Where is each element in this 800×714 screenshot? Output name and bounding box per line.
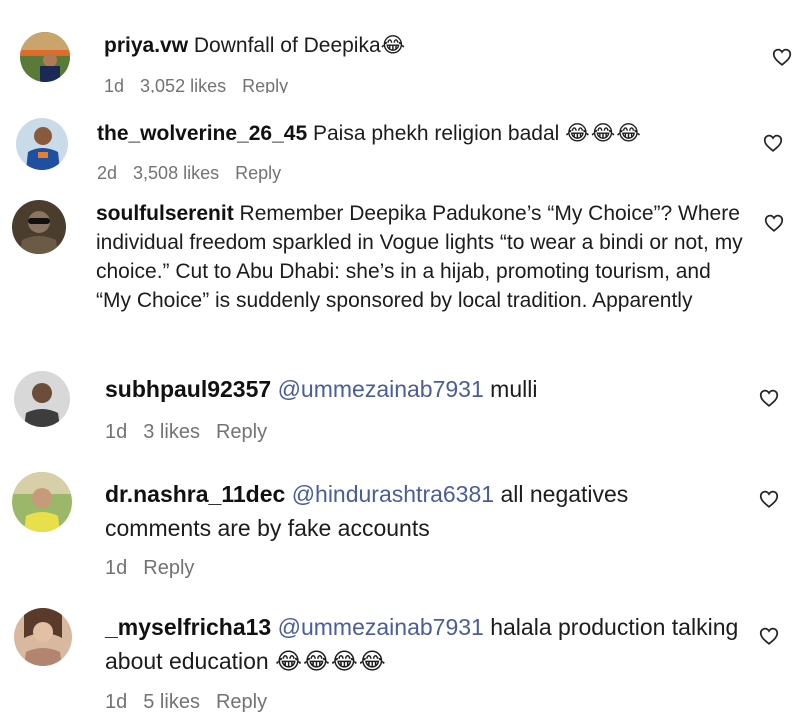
comment-meta: 1d 3 likes Reply	[105, 421, 283, 444]
mention-link[interactable]: @hindurashtra6381	[292, 481, 494, 507]
comment-text: priya.vw Downfall of Deepika😂	[104, 32, 724, 59]
avatar[interactable]	[16, 118, 68, 170]
reply-button[interactable]: Reply	[216, 421, 267, 444]
heart-outline-icon	[763, 134, 783, 152]
comment-item: the_wolverine_26_45 Paisa phekh religion…	[0, 100, 800, 192]
reply-button[interactable]: Reply	[235, 163, 281, 184]
emoji-reactions: 😂	[380, 34, 407, 57]
comment-body: Paisa phekh religion badal	[312, 122, 560, 145]
heart-outline-icon	[772, 48, 792, 66]
comment-time: 1d	[105, 557, 128, 579]
avatar[interactable]	[14, 371, 70, 427]
comment-item: soulfulserenit Remember Deepika Padukone…	[0, 192, 800, 357]
comment-item: _myselfricha13 @ummezainab7931 halala pr…	[0, 600, 800, 713]
comment-time: 1d	[105, 421, 128, 443]
comment-meta: 1d 5 likes Reply	[105, 691, 283, 714]
comment-username[interactable]: _myselfricha13	[105, 614, 271, 640]
heart-outline-icon	[759, 490, 779, 508]
like-button[interactable]	[758, 488, 780, 510]
like-count[interactable]: 5 likes	[143, 691, 200, 714]
comment-meta: 1d 3,052 likes Reply	[104, 76, 404, 93]
heart-outline-icon	[759, 389, 779, 407]
avatar[interactable]	[12, 200, 66, 254]
like-button[interactable]	[762, 132, 784, 154]
mention-link[interactable]: @ummezainab7931	[278, 614, 484, 640]
avatar[interactable]	[12, 472, 72, 532]
comment-time: 1d	[104, 76, 125, 93]
comment-time: 2d	[97, 163, 118, 183]
like-button[interactable]	[758, 387, 780, 409]
comment-item: subhpaul92357 @ummezainab7931 mulli 1d 3 …	[0, 357, 800, 460]
avatar[interactable]	[14, 608, 72, 666]
like-count[interactable]: 3,052 likes	[140, 76, 226, 93]
reply-button[interactable]: Reply	[143, 557, 194, 580]
comment-meta: 2d 3,508 likes Reply	[97, 163, 297, 184]
reply-button[interactable]: Reply	[216, 691, 267, 714]
comment-username[interactable]: priya.vw	[104, 34, 188, 57]
comment-text: soulfulserenit Remember Deepika Padukone…	[96, 199, 746, 315]
comment-text: _myselfricha13 @ummezainab7931 halala pr…	[105, 610, 745, 678]
like-button[interactable]	[763, 212, 785, 234]
emoji-reactions: 😂😂😂	[565, 122, 642, 145]
like-count[interactable]: 3,508 likes	[133, 163, 219, 184]
like-count[interactable]: 3 likes	[143, 421, 200, 444]
comment-text: subhpaul92357 @ummezainab7931 mulli	[105, 375, 745, 405]
comment-item: priya.vw Downfall of Deepika😂 1d 3,052 li…	[0, 0, 800, 100]
like-button[interactable]	[758, 625, 780, 647]
comment-body: mulli	[490, 376, 538, 402]
comment-text: dr.nashra_11dec @hindurashtra6381 all ne…	[105, 477, 705, 545]
comment-username[interactable]: subhpaul92357	[105, 376, 271, 402]
emoji-reactions: 😂😂😂😂	[275, 648, 387, 674]
mention-link[interactable]: @ummezainab7931	[278, 376, 484, 402]
heart-outline-icon	[764, 214, 784, 232]
comment-username[interactable]: the_wolverine_26_45	[97, 122, 307, 145]
comment-body: Downfall of Deepika	[193, 34, 381, 57]
comment-item: dr.nashra_11dec @hindurashtra6381 all ne…	[0, 460, 800, 600]
comment-time: 1d	[105, 691, 128, 713]
avatar[interactable]	[20, 32, 70, 82]
like-button[interactable]	[771, 46, 793, 68]
comment-text: the_wolverine_26_45 Paisa phekh religion…	[97, 120, 737, 147]
comment-meta: 1d Reply	[105, 557, 210, 580]
reply-button[interactable]: Reply	[242, 76, 288, 93]
comment-username[interactable]: dr.nashra_11dec	[105, 481, 285, 507]
heart-outline-icon	[759, 627, 779, 645]
comment-username[interactable]: soulfulserenit	[96, 202, 234, 225]
